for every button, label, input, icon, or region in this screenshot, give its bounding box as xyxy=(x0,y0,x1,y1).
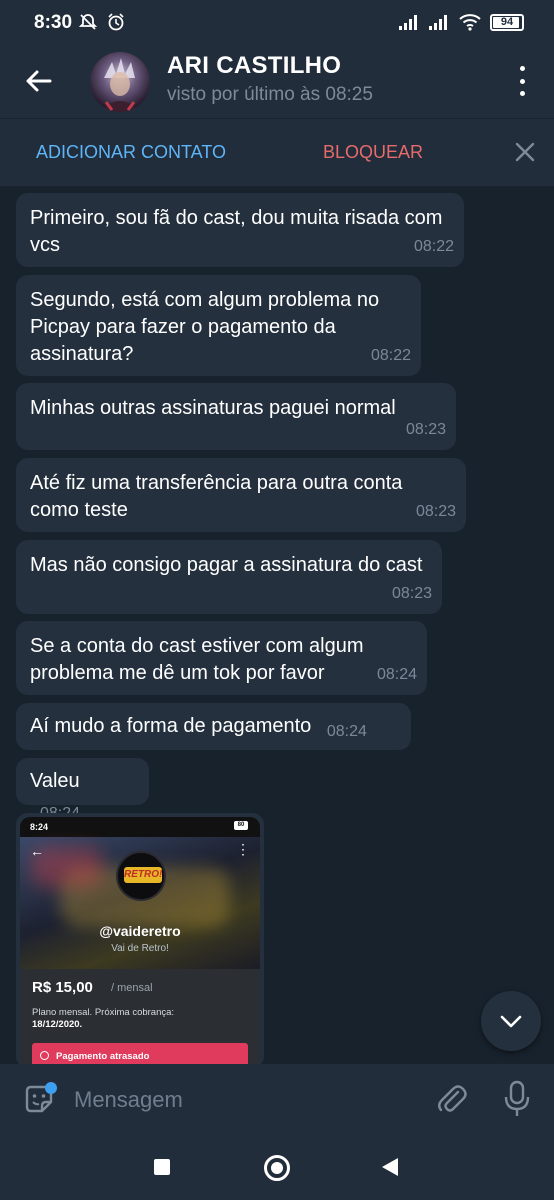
status-time: 8:30 xyxy=(34,12,73,33)
system-navigation-bar xyxy=(0,1134,554,1200)
screenshot-more-icon: ⋮ xyxy=(236,841,250,857)
chat-header: ARI CASTILHO visto por último às 08:25 xyxy=(0,44,554,118)
attached-screenshot: 8:24 80 ← ⋮ RETRO! @vaideretro Vai de Re… xyxy=(20,817,260,1068)
message-text: Se a conta do cast estiver com algum pro… xyxy=(30,635,364,684)
subscription-card: R$ 15,00 / mensal Plano mensal. Próxima … xyxy=(20,969,260,1068)
message-input[interactable] xyxy=(74,1082,414,1118)
message-text: Mas não consigo pagar a assinatura do ca… xyxy=(30,554,423,576)
home-button[interactable] xyxy=(264,1155,290,1181)
message-time: 08:23 xyxy=(415,503,456,520)
message-text: Valeu xyxy=(30,770,80,792)
status-left-icons xyxy=(78,12,126,32)
avatar-image xyxy=(100,58,140,112)
recent-apps-button[interactable] xyxy=(154,1159,170,1175)
subscription-price: R$ 15,00 xyxy=(32,979,93,996)
menu-dot xyxy=(519,91,525,96)
signal-icon xyxy=(429,15,447,30)
mute-notifications-icon xyxy=(78,14,98,30)
more-options-icon[interactable] xyxy=(512,66,532,96)
message-bubble[interactable]: Se a conta do cast estiver com algum pro… xyxy=(16,621,427,695)
contact-name[interactable]: ARI CASTILHO xyxy=(167,52,341,80)
message-time: 08:23 xyxy=(405,421,446,438)
message-bubble[interactable]: Minhas outras assinaturas paguei normal … xyxy=(16,383,456,450)
message-text: Aí mudo a forma de pagamento xyxy=(30,715,312,737)
microphone-icon[interactable] xyxy=(502,1080,532,1118)
message-time: 08:24 xyxy=(326,723,367,740)
paperclip-icon[interactable] xyxy=(436,1082,468,1116)
message-text: Até fiz uma transferência para outra con… xyxy=(30,472,403,521)
message-bubble[interactable]: Valeu 08:24 xyxy=(16,758,149,822)
podcast-logo: RETRO! xyxy=(116,851,166,901)
podcast-handle: @vaideretro xyxy=(99,923,181,939)
scroll-to-bottom-button[interactable] xyxy=(481,991,541,1051)
podcast-name: Vai de Retro! xyxy=(111,943,169,954)
message-time: 08:24 xyxy=(376,666,417,683)
block-button[interactable]: BLOQUEAR xyxy=(323,142,423,163)
alarm-icon xyxy=(108,13,124,31)
image-message[interactable]: 8:24 80 ← ⋮ RETRO! @vaideretro Vai de Re… xyxy=(16,813,264,1068)
back-arrow-icon[interactable] xyxy=(22,64,56,98)
subscription-period: / mensal xyxy=(111,982,153,994)
new-stickers-badge xyxy=(45,1082,57,1094)
menu-dot xyxy=(519,66,525,71)
last-seen-status: visto por último às 08:25 xyxy=(167,84,373,105)
screenshot-battery: 80 xyxy=(234,821,248,830)
message-bubble[interactable]: Aí mudo a forma de pagamento 08:24 xyxy=(16,703,411,750)
screenshot-back-arrow-icon: ← xyxy=(30,843,44,859)
subscription-description: Plano mensal. Próxima cobrança: xyxy=(32,1007,175,1018)
status-right-icons: 94 xyxy=(398,13,524,31)
screenshot-status-time: 8:24 xyxy=(30,822,49,832)
message-time: 08:22 xyxy=(413,238,454,255)
menu-dot xyxy=(519,78,525,84)
message-text: Primeiro, sou fã do cast, dou muita risa… xyxy=(30,207,443,256)
wifi-icon xyxy=(459,14,481,31)
message-bubble[interactable]: Até fiz uma transferência para outra con… xyxy=(16,458,466,532)
message-time: 08:22 xyxy=(370,347,411,364)
status-bar: 8:30 94 xyxy=(0,0,554,44)
payment-overdue-text: Pagamento atrasado xyxy=(56,1051,150,1062)
battery-icon: 94 xyxy=(490,13,524,31)
message-time: 08:23 xyxy=(391,585,432,602)
add-contact-button[interactable]: ADICIONAR CONTATO xyxy=(36,142,226,163)
chat-screen: 8:30 94 ARI CASTILHO visto por último às… xyxy=(0,0,554,1200)
message-bubble[interactable]: Segundo, está com algum problema no Picp… xyxy=(16,275,421,376)
next-charge-date: 18/12/2020. xyxy=(32,1019,83,1030)
screenshot-banner: ← ⋮ RETRO! @vaideretro Vai de Retro! xyxy=(20,837,260,969)
signal-icon xyxy=(399,15,417,30)
chevron-down-icon xyxy=(500,1015,522,1028)
message-composer xyxy=(0,1064,554,1134)
message-bubble[interactable]: Mas não consigo pagar a assinatura do ca… xyxy=(16,540,442,614)
contact-action-bar: ADICIONAR CONTATO BLOQUEAR xyxy=(0,118,554,186)
message-text: Segundo, está com algum problema no Picp… xyxy=(30,289,380,365)
battery-level: 94 xyxy=(500,16,514,28)
close-icon[interactable] xyxy=(514,141,536,163)
system-back-button[interactable] xyxy=(382,1158,398,1176)
message-bubble[interactable]: Primeiro, sou fã do cast, dou muita risa… xyxy=(16,193,464,267)
alert-icon xyxy=(40,1051,49,1060)
message-text: Minhas outras assinaturas paguei normal xyxy=(30,397,396,419)
screenshot-status-bar: 8:24 80 xyxy=(20,817,260,837)
avatar[interactable] xyxy=(90,52,150,112)
podcast-logo-text: RETRO! xyxy=(124,867,162,883)
